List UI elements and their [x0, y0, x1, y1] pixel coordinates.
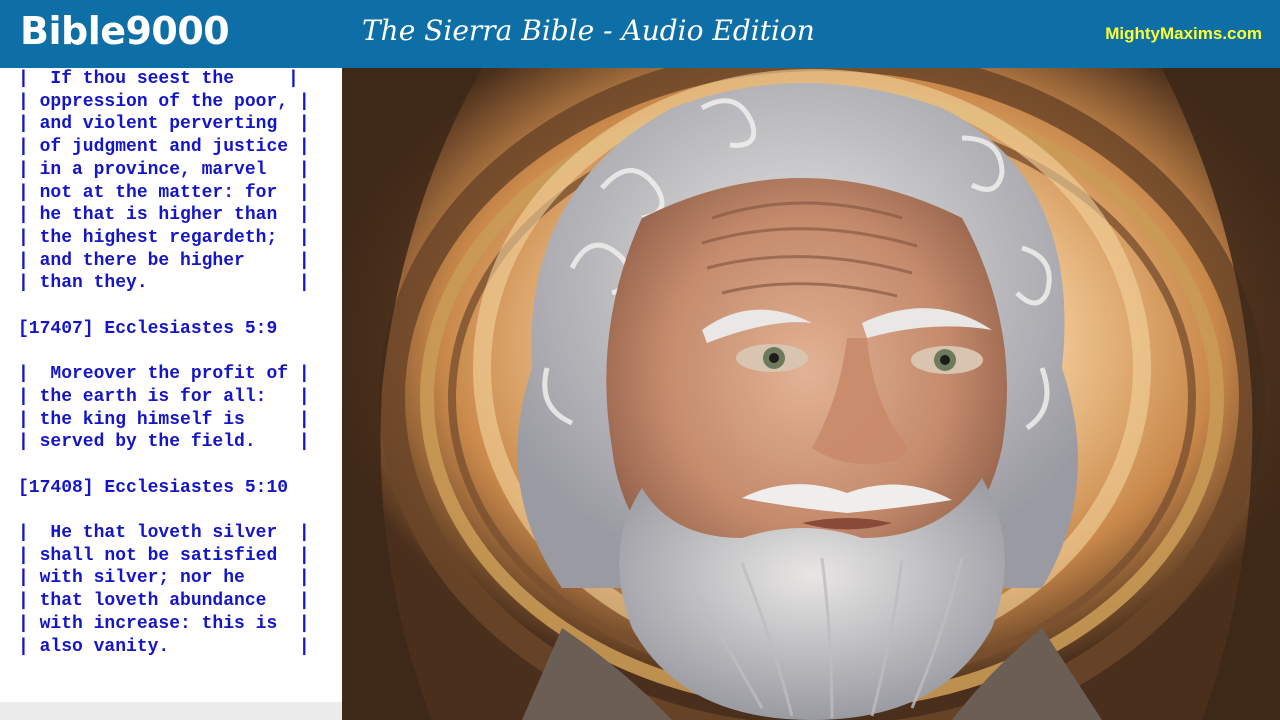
- panel-bottom-strip: [0, 702, 342, 720]
- site-link[interactable]: MightyMaxims.com: [1105, 20, 1262, 48]
- header-bar: Bible9000 The Sierra Bible - Audio Editi…: [0, 0, 1280, 68]
- page-title: The Sierra Bible - Audio Edition: [362, 14, 815, 47]
- scripture-panel: | If thou seest the | | oppression of th…: [0, 68, 342, 720]
- brand-logo: Bible9000: [20, 9, 230, 53]
- scripture-text: | If thou seest the | | oppression of th…: [18, 69, 310, 657]
- elder-portrait: [342, 68, 1280, 720]
